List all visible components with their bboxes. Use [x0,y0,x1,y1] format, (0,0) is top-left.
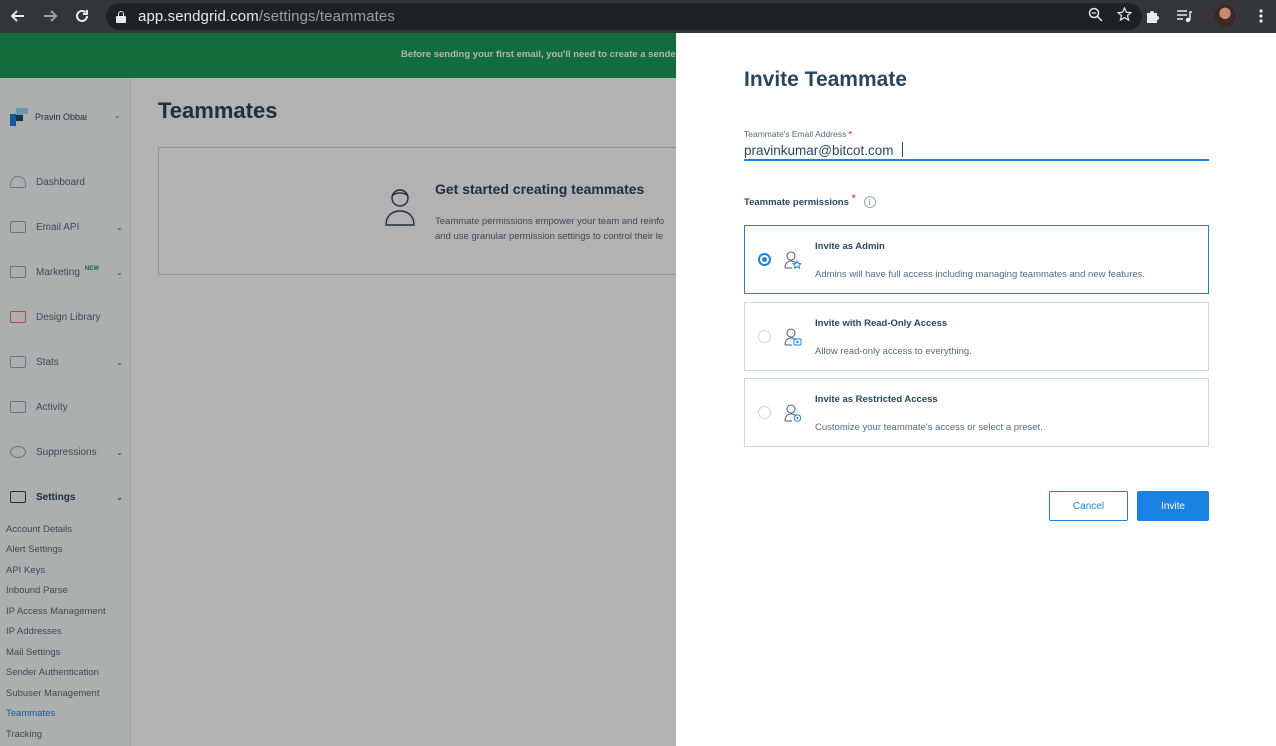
url-text: app.sendgrid.com/settings/teammates [138,8,395,25]
star-icon[interactable] [1116,6,1133,27]
forward-arrow-icon[interactable] [36,2,64,30]
read-only-user-icon [784,328,802,346]
browser-toolbar: app.sendgrid.com/settings/teammates [0,0,1276,33]
back-arrow-icon[interactable] [4,2,32,30]
profile-avatar[interactable] [1214,5,1236,27]
option-invite-read-only[interactable]: Invite with Read-Only Access Allow read-… [744,302,1209,371]
required-marker: * [848,129,852,139]
radio-admin[interactable] [758,253,771,266]
invite-button[interactable]: Invite [1137,491,1209,521]
option-invite-as-admin[interactable]: Invite as Admin Admins will have full ac… [744,225,1209,294]
email-field-label: Teammate's Email Address * [744,129,852,139]
option-title: Invite with Read-Only Access [815,318,948,329]
email-field[interactable] [744,141,1209,161]
zoom-icon[interactable] [1088,7,1103,27]
panel-title: Invite Teammate [744,68,908,91]
cancel-button[interactable]: Cancel [1049,491,1128,521]
permissions-label: Teammate permissions * i [744,192,876,208]
option-description: Customize your teammate's access or sele… [815,422,1043,433]
option-description: Allow read-only access to everything. [815,346,972,357]
admin-star-icon [784,251,802,270]
restricted-user-icon [784,404,802,422]
reload-icon[interactable] [68,2,96,30]
lock-icon [116,10,126,23]
modal-backdrop[interactable] [0,33,676,746]
media-icon[interactable] [1176,8,1192,29]
option-title: Invite as Admin [815,241,885,252]
option-invite-restricted[interactable]: Invite as Restricted Access Customize yo… [744,378,1209,447]
required-marker: * [851,192,856,204]
info-icon[interactable]: i [863,196,876,208]
text-cursor [902,142,903,157]
address-bar[interactable]: app.sendgrid.com/settings/teammates [106,3,1142,30]
radio-read-only[interactable] [758,330,771,343]
option-title: Invite as Restricted Access [815,394,938,405]
radio-restricted[interactable] [758,406,771,419]
option-description: Admins will have full access including m… [815,269,1146,280]
puzzle-icon[interactable] [1144,8,1160,29]
more-vert-icon[interactable] [1258,8,1264,29]
invite-teammate-panel: Invite Teammate Teammate's Email Address… [676,33,1276,746]
